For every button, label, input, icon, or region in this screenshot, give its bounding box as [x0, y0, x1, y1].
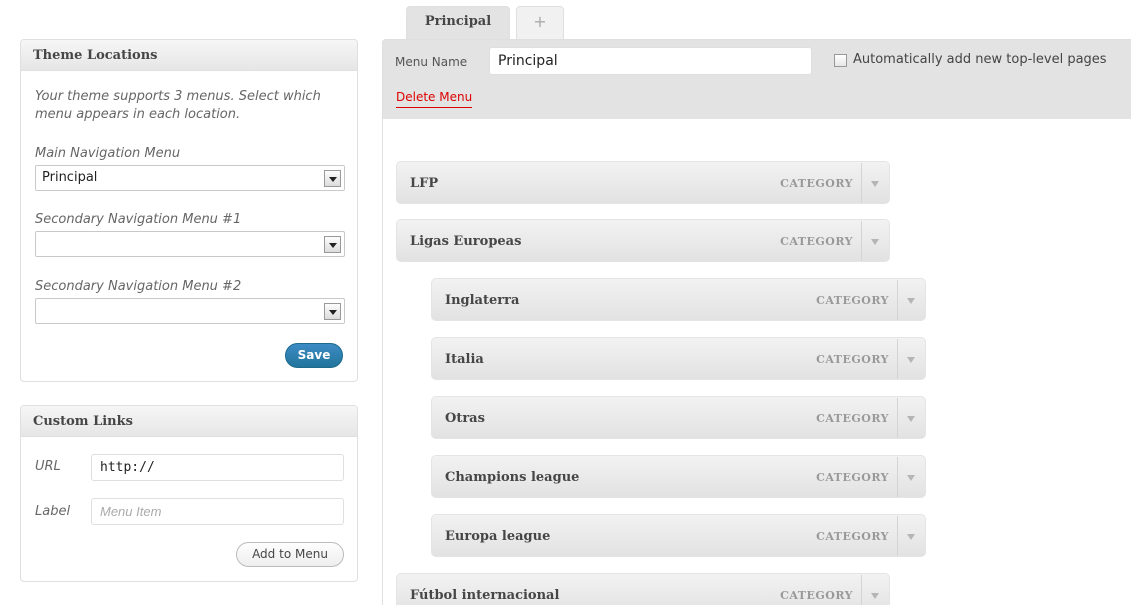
menu-item-title: Europa league [445, 529, 551, 544]
menu-item-divider [897, 457, 898, 497]
menu-item[interactable]: Europa league CATEGORY [431, 514, 926, 557]
secondary-navigation-1-select[interactable] [35, 231, 345, 257]
expand-arrow-icon[interactable] [907, 534, 915, 540]
menu-item-title: Italia [445, 352, 484, 367]
menu-item[interactable]: Champions league CATEGORY [431, 455, 926, 498]
menu-item-title: LFP [410, 176, 439, 191]
menu-item-type: CATEGORY [780, 177, 853, 190]
menu-name-input[interactable]: Principal [489, 47, 812, 75]
menu-item-divider [861, 163, 862, 203]
theme-locations-title: Theme Locations [21, 40, 357, 71]
link-label-input[interactable] [91, 498, 344, 525]
menu-structure: LFP CATEGORY Ligas Europeas CATEGORY Ing… [382, 119, 1131, 605]
menu-name-label: Menu Name [395, 55, 468, 69]
add-to-menu-button[interactable]: Add to Menu [236, 542, 344, 567]
menu-item-title: Inglaterra [445, 293, 520, 308]
menu-item-type: CATEGORY [816, 530, 889, 543]
custom-links-title: Custom Links [21, 406, 357, 437]
menu-item-title: Champions league [445, 470, 580, 485]
menu-item[interactable]: Italia CATEGORY [431, 337, 926, 380]
menu-item-type: CATEGORY [816, 471, 889, 484]
menu-item-title: Fútbol internacional [410, 588, 560, 603]
dropdown-arrow-icon[interactable] [324, 303, 341, 320]
main-navigation-label: Main Navigation Menu [35, 146, 181, 161]
menu-item-type: CATEGORY [780, 235, 853, 248]
add-menu-tab[interactable]: + [516, 6, 564, 39]
menu-item[interactable]: Ligas Europeas CATEGORY [396, 219, 890, 262]
tab-principal[interactable]: Principal [406, 6, 510, 39]
link-label-label: Label [35, 504, 71, 519]
secondary-navigation-1-label: Secondary Navigation Menu #1 [35, 212, 242, 227]
menu-item-type: CATEGORY [816, 412, 889, 425]
dropdown-arrow-icon[interactable] [324, 170, 341, 187]
theme-locations-box: Theme Locations Your theme supports 3 me… [20, 39, 358, 382]
menu-header: Menu Name Principal Automatically add ne… [382, 39, 1131, 119]
menu-item[interactable]: Otras CATEGORY [431, 396, 926, 439]
expand-arrow-icon[interactable] [871, 181, 879, 187]
dropdown-arrow-icon[interactable] [324, 236, 341, 253]
menu-item-type: CATEGORY [816, 353, 889, 366]
menu-item-divider [861, 221, 862, 261]
expand-arrow-icon[interactable] [907, 475, 915, 481]
menu-item[interactable]: Inglaterra CATEGORY [431, 278, 926, 321]
menu-item-type: CATEGORY [780, 589, 853, 602]
secondary-navigation-2-label: Secondary Navigation Menu #2 [35, 279, 242, 294]
menu-item-divider [897, 516, 898, 556]
delete-menu-link[interactable]: Delete Menu [396, 90, 473, 108]
auto-add-pages-checkbox[interactable] [834, 54, 847, 67]
expand-arrow-icon[interactable] [871, 593, 879, 599]
url-input[interactable]: http:// [91, 454, 344, 481]
main-navigation-select[interactable]: Principal [35, 165, 345, 191]
expand-arrow-icon[interactable] [907, 416, 915, 422]
menu-item-divider [897, 339, 898, 379]
custom-links-box: Custom Links URL http:// Label Add to Me… [20, 405, 358, 582]
expand-arrow-icon[interactable] [907, 298, 915, 304]
expand-arrow-icon[interactable] [907, 357, 915, 363]
expand-arrow-icon[interactable] [871, 239, 879, 245]
url-label: URL [35, 459, 61, 474]
menu-item-divider [897, 398, 898, 438]
menu-item[interactable]: LFP CATEGORY [396, 161, 890, 204]
menu-item-divider [861, 575, 862, 605]
menu-item-title: Ligas Europeas [410, 234, 522, 249]
menu-item-type: CATEGORY [816, 294, 889, 307]
menu-item-divider [897, 280, 898, 320]
auto-add-pages-label[interactable]: Automatically add new top-level pages [853, 52, 1107, 67]
save-button[interactable]: Save [285, 343, 343, 368]
theme-locations-description: Your theme supports 3 menus. Select whic… [35, 89, 321, 122]
main-navigation-value: Principal [42, 170, 98, 185]
secondary-navigation-2-select[interactable] [35, 298, 345, 324]
menu-item[interactable]: Fútbol internacional CATEGORY [396, 573, 890, 605]
menu-item-title: Otras [445, 411, 485, 426]
